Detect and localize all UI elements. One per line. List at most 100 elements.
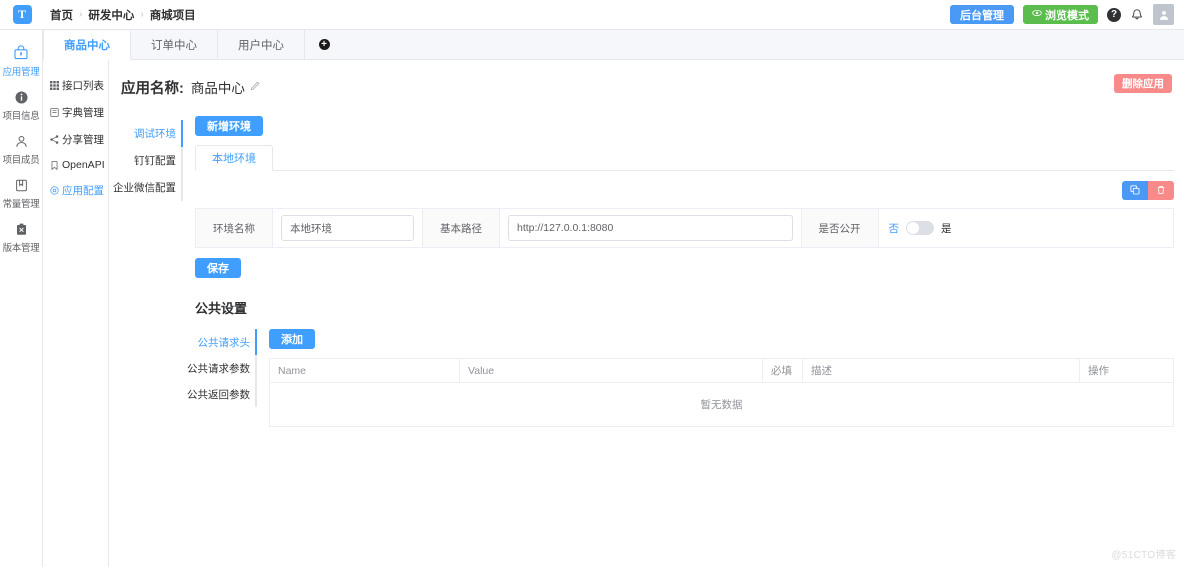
plus-circle-icon: + bbox=[318, 39, 330, 50]
base-path-input-cell bbox=[500, 209, 802, 247]
app-title-row: 应用名称: 商品中心 删除应用 bbox=[121, 74, 1174, 100]
top-header: T 首页 › 研发中心 › 商城项目 后台管理 浏览模式 ? bbox=[0, 0, 1184, 30]
subnav-item-share-management[interactable]: 分享管理 bbox=[43, 126, 108, 153]
subnav-item-interface-list[interactable]: 接口列表 bbox=[43, 72, 108, 99]
trash-icon bbox=[1156, 183, 1166, 198]
browse-mode-button[interactable]: 浏览模式 bbox=[1023, 5, 1098, 24]
sidebar-item-version-management[interactable]: 版本管理 bbox=[0, 214, 42, 258]
watermark: @51CTO博客 bbox=[1111, 550, 1176, 561]
subnav-item-dictionary-management[interactable]: 字典管理 bbox=[43, 99, 108, 126]
breadcrumb: 首页 › 研发中心 › 商城项目 bbox=[50, 7, 196, 23]
ptabs-active-indicator bbox=[255, 329, 257, 355]
settings-gear-icon bbox=[49, 186, 59, 196]
app-box-icon bbox=[13, 44, 29, 62]
ptab-public-request-headers[interactable]: 公共请求头 bbox=[195, 329, 257, 355]
sidebar-item-constant-management[interactable]: 常量管理 bbox=[0, 170, 42, 214]
subnav-item-app-config[interactable]: 应用配置 bbox=[43, 177, 108, 204]
grid-icon bbox=[49, 81, 59, 91]
environment-section: 调试环境 钉钉配置 企业微信配置 新增环境 本地环境 环境名称 本地环境 基本路… bbox=[113, 116, 1174, 427]
delete-app-button[interactable]: 删除应用 bbox=[1114, 74, 1172, 93]
header-actions: 后台管理 浏览模式 ? bbox=[950, 4, 1184, 25]
table-col-operation: 操作 bbox=[1088, 365, 1109, 377]
ptab-public-response-params[interactable]: 公共返回参数 bbox=[187, 381, 257, 407]
left-sidebar: 应用管理 项目信息 项目成员 常量管理 版本管理 bbox=[0, 30, 43, 567]
add-row-button[interactable]: 添加 bbox=[269, 329, 315, 349]
sidebar-label: 常量管理 bbox=[2, 199, 40, 210]
main-content: 应用名称: 商品中心 删除应用 调试环境 钉钉配置 企业微信配置 新增环境 本地… bbox=[109, 60, 1184, 567]
app-name-label: 应用名称: bbox=[121, 80, 184, 97]
tab-order-center[interactable]: 订单中心 bbox=[131, 30, 218, 59]
is-public-switch[interactable] bbox=[906, 221, 934, 235]
clipboard-icon bbox=[14, 220, 29, 238]
user-icon bbox=[14, 132, 29, 150]
vtab-dingtalk-config[interactable]: 钉钉配置 bbox=[121, 147, 183, 174]
vtab-debug-environment[interactable]: 调试环境 bbox=[121, 120, 183, 147]
env-name-input-cell bbox=[273, 209, 423, 247]
tab-user-center[interactable]: 用户中心 bbox=[218, 30, 305, 59]
table-col-description: 描述 bbox=[803, 359, 1080, 382]
add-tab-button[interactable]: + bbox=[305, 30, 343, 59]
pencil-edit-icon[interactable] bbox=[250, 80, 261, 94]
breadcrumb-item-home[interactable]: 首页 bbox=[50, 7, 73, 23]
admin-console-button[interactable]: 后台管理 bbox=[950, 5, 1014, 24]
sidebar-label: 项目信息 bbox=[2, 111, 40, 122]
bookmark-icon bbox=[49, 160, 59, 170]
subnav-label: 字典管理 bbox=[62, 107, 104, 119]
is-public-toggle-cell: 否 是 bbox=[879, 209, 1174, 247]
subnav-label: OpenAPI bbox=[62, 159, 105, 171]
sidebar-label: 版本管理 bbox=[2, 243, 40, 254]
delete-environment-button[interactable] bbox=[1148, 181, 1174, 200]
public-settings-section: 公共请求头 公共请求参数 公共返回参数 添加 Name Value 必填 描述 bbox=[187, 329, 1174, 427]
table-col-required: 必填 bbox=[763, 359, 803, 382]
add-environment-button[interactable]: 新增环境 bbox=[195, 116, 263, 136]
public-settings-vertical-tabs: 公共请求头 公共请求参数 公共返回参数 bbox=[187, 329, 257, 427]
environment-form-row: 环境名称 基本路径 是否公开 否 是 bbox=[195, 208, 1174, 248]
breadcrumb-separator-icon: › bbox=[79, 9, 83, 20]
ptab-public-request-params[interactable]: 公共请求参数 bbox=[187, 355, 257, 381]
env-name-label: 环境名称 bbox=[196, 209, 273, 247]
public-settings-title: 公共设置 bbox=[195, 301, 248, 316]
tab-product-center[interactable]: 商品中心 bbox=[43, 31, 131, 60]
eye-icon bbox=[1032, 8, 1042, 21]
sidebar-item-project-info[interactable]: 项目信息 bbox=[0, 82, 42, 126]
logo[interactable]: T bbox=[0, 0, 44, 30]
info-circle-icon bbox=[14, 88, 29, 106]
bell-icon[interactable] bbox=[1130, 8, 1144, 22]
is-public-label: 是否公开 bbox=[801, 209, 879, 247]
base-path-input[interactable] bbox=[508, 215, 793, 241]
help-circle-icon[interactable]: ? bbox=[1107, 7, 1121, 22]
vtabs-active-indicator bbox=[181, 120, 183, 147]
environment-vertical-tabs: 调试环境 钉钉配置 企业微信配置 bbox=[113, 116, 183, 427]
subnav-label: 应用配置 bbox=[62, 185, 104, 197]
table-col-name: Name bbox=[270, 359, 460, 382]
app-tab-bar: 商品中心 订单中心 用户中心 + bbox=[43, 30, 1184, 60]
logo-text: T bbox=[12, 5, 32, 24]
save-button[interactable]: 保存 bbox=[195, 258, 241, 278]
app-root: T 首页 › 研发中心 › 商城项目 后台管理 浏览模式 ? 应用管理 项目信息… bbox=[0, 0, 1184, 567]
public-off-label[interactable]: 否 bbox=[889, 221, 900, 236]
environment-action-buttons bbox=[195, 171, 1174, 200]
table-col-value: Value bbox=[460, 359, 763, 382]
sidebar-item-app-management[interactable]: 应用管理 bbox=[0, 38, 42, 82]
subnav-label: 分享管理 bbox=[62, 134, 104, 146]
copy-environment-button[interactable] bbox=[1122, 181, 1148, 200]
sidebar-label: 应用管理 bbox=[2, 67, 40, 78]
table-header-row: Name Value 必填 描述 操作 bbox=[270, 359, 1173, 383]
table-empty-state: 暂无数据 bbox=[270, 383, 1173, 427]
base-path-label: 基本路径 bbox=[423, 209, 500, 247]
copy-icon bbox=[1130, 183, 1140, 198]
breadcrumb-item-rd-center[interactable]: 研发中心 bbox=[88, 7, 134, 23]
public-on-label[interactable]: 是 bbox=[941, 221, 952, 236]
vtab-wecom-config[interactable]: 企业微信配置 bbox=[113, 174, 183, 201]
env-tab-local[interactable]: 本地环境 bbox=[195, 145, 273, 171]
sidebar-label: 项目成员 bbox=[2, 155, 40, 166]
subnav-label: 接口列表 bbox=[62, 80, 104, 92]
env-name-input[interactable] bbox=[281, 215, 414, 241]
app-name-value: 商品中心 bbox=[190, 81, 245, 96]
sidebar-item-project-members[interactable]: 项目成员 bbox=[0, 126, 42, 170]
public-settings-panel: 添加 Name Value 必填 描述 操作 暂无数据 bbox=[257, 329, 1174, 427]
breadcrumb-item-project[interactable]: 商城项目 bbox=[150, 7, 196, 23]
subnav-item-openapi[interactable]: OpenAPI bbox=[43, 153, 108, 177]
environment-tab-row: 本地环境 bbox=[195, 145, 1174, 171]
user-avatar-icon[interactable] bbox=[1153, 4, 1174, 25]
